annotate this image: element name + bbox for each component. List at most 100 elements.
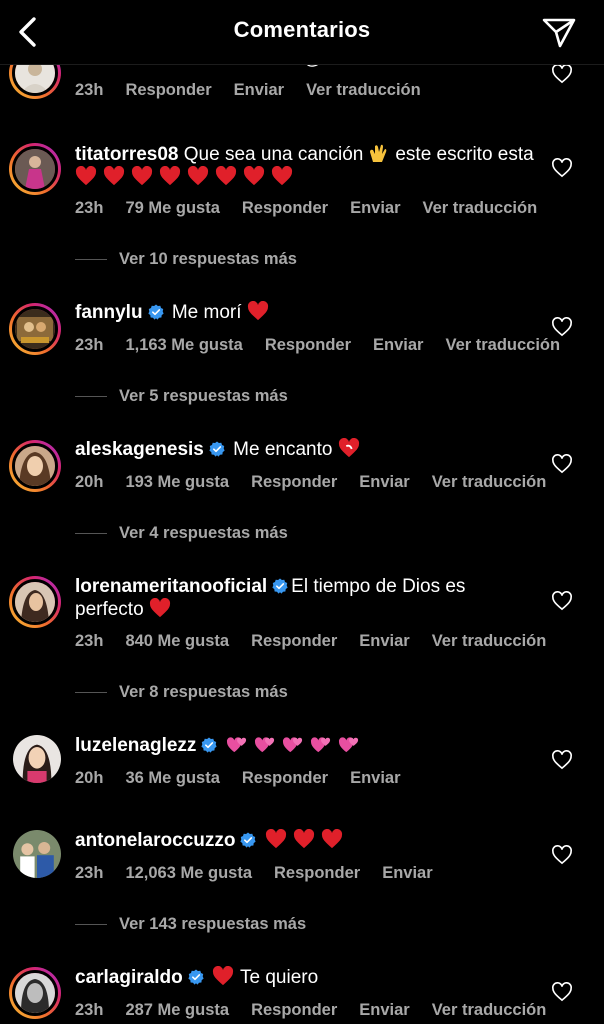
translate-button[interactable]: Ver traducción xyxy=(432,1001,547,1019)
two-hearts-icon xyxy=(310,734,332,754)
red-heart-icon xyxy=(321,829,343,849)
likes-count[interactable]: 193 Me gusta xyxy=(125,473,229,491)
comment-time: 20h xyxy=(75,769,104,787)
likes-count[interactable]: 36 Me gusta xyxy=(125,769,219,787)
two-hearts-icon xyxy=(338,734,360,754)
view-replies-button[interactable]: Ver 4 respuestas más xyxy=(75,524,288,543)
comment-username[interactable]: carlagiraldo xyxy=(75,967,183,988)
heart-icon[interactable] xyxy=(551,982,573,1002)
two-hearts-icon xyxy=(226,734,248,754)
translate-button[interactable]: Ver traducción xyxy=(423,199,538,217)
comment-meta: 23h 12,063 Me gusta Responder Enviar xyxy=(75,864,455,883)
reply-button[interactable]: Responder xyxy=(242,769,328,787)
comment-body: Que sea una canción xyxy=(183,144,364,165)
comment-text: aleskagenesis Me encanto xyxy=(75,438,535,461)
red-heart-icon xyxy=(159,166,181,186)
avatar[interactable] xyxy=(9,143,61,195)
comment-time: 23h xyxy=(75,336,104,354)
comment-username[interactable]: lorenameritanooficial xyxy=(75,576,267,597)
send-button[interactable]: Enviar xyxy=(359,473,409,491)
heart-emoji-row xyxy=(75,166,299,188)
reply-button[interactable]: Responder xyxy=(274,864,360,882)
replies-divider xyxy=(75,396,107,398)
replies-divider xyxy=(75,259,107,261)
verified-badge-icon xyxy=(147,304,164,320)
reply-button[interactable]: Responder xyxy=(251,632,337,650)
red-heart-icon xyxy=(215,166,237,186)
send-button[interactable]: Enviar xyxy=(234,81,284,99)
reply-button[interactable]: Responder xyxy=(265,336,351,354)
verified-badge-icon xyxy=(188,969,204,985)
comment-username[interactable]: aleskagenesis xyxy=(75,439,204,460)
view-replies-button[interactable]: Ver 10 respuestas más xyxy=(75,250,297,269)
view-replies-label: Ver 4 respuestas más xyxy=(119,524,288,542)
clapping-hands-icon xyxy=(367,142,391,164)
heart-icon[interactable] xyxy=(551,750,573,770)
verified-badge-icon xyxy=(272,578,288,594)
header-bar: Comentarios xyxy=(0,0,604,65)
comments-screen: Comentarios alexamar.3749 Dios dicho @sh… xyxy=(0,0,604,1024)
red-heart-icon xyxy=(149,598,171,618)
send-button[interactable]: Enviar xyxy=(350,769,400,787)
comment-time: 23h xyxy=(75,199,104,217)
likes-count[interactable]: 287 Me gusta xyxy=(125,1001,229,1019)
comment-text: fannylu Me morí xyxy=(75,301,535,324)
reply-button[interactable]: Responder xyxy=(125,81,211,99)
likes-count[interactable]: 1,163 Me gusta xyxy=(125,336,242,354)
view-replies-label: Ver 5 respuestas más xyxy=(119,387,288,405)
translate-button[interactable]: Ver traducción xyxy=(306,81,421,99)
comment-username[interactable]: fannylu xyxy=(75,302,143,323)
red-heart-icon xyxy=(187,166,209,186)
translate-button[interactable]: Ver traducción xyxy=(432,632,547,650)
view-replies-button[interactable]: Ver 8 respuestas más xyxy=(75,683,288,702)
avatar[interactable] xyxy=(9,440,61,492)
comment-text: antonelaroccuzzo xyxy=(75,829,535,852)
heart-icon[interactable] xyxy=(551,158,573,178)
view-replies-button[interactable]: Ver 143 respuestas más xyxy=(75,915,306,934)
send-button[interactable]: Enviar xyxy=(359,632,409,650)
red-heart-icon xyxy=(103,166,125,186)
send-button[interactable]: Enviar xyxy=(373,336,423,354)
likes-count[interactable]: 79 Me gusta xyxy=(125,199,219,217)
red-heart-icon xyxy=(271,166,293,186)
comment-time: 23h xyxy=(75,864,104,882)
replies-divider xyxy=(75,924,107,926)
comment-body: Me encanto xyxy=(233,439,333,460)
red-heart-icon xyxy=(212,966,234,986)
reply-button[interactable]: Responder xyxy=(242,199,328,217)
likes-count[interactable]: 840 Me gusta xyxy=(125,632,229,650)
avatar[interactable] xyxy=(9,303,61,355)
avatar[interactable] xyxy=(9,967,61,1019)
comment-text: luzelenaglezz xyxy=(75,734,535,757)
avatar[interactable] xyxy=(13,830,61,878)
red-heart-icon xyxy=(243,166,265,186)
page-title: Comentarios xyxy=(233,17,371,42)
heart-icon[interactable] xyxy=(551,591,573,611)
red-heart-icon xyxy=(75,166,97,186)
comment-body-continued: este escrito esta xyxy=(395,144,534,165)
send-button[interactable]: Enviar xyxy=(350,199,400,217)
direct-message-icon[interactable] xyxy=(540,14,578,50)
heart-icon[interactable] xyxy=(551,64,573,84)
avatar[interactable] xyxy=(13,735,61,783)
heart-icon[interactable] xyxy=(551,317,573,337)
view-replies-button[interactable]: Ver 5 respuestas más xyxy=(75,387,288,406)
comment-meta: 23h Responder Enviar Ver traducción xyxy=(75,81,443,100)
reply-button[interactable]: Responder xyxy=(251,1001,337,1019)
translate-button[interactable]: Ver traducción xyxy=(445,336,560,354)
likes-count[interactable]: 12,063 Me gusta xyxy=(125,864,252,882)
comment-username[interactable]: antonelaroccuzzo xyxy=(75,830,235,851)
comment-username[interactable]: titatorres08 xyxy=(75,144,179,165)
comment-text: carlagiraldo Te quiero xyxy=(75,966,535,989)
heart-icon[interactable] xyxy=(551,845,573,865)
send-button[interactable]: Enviar xyxy=(359,1001,409,1019)
avatar[interactable] xyxy=(9,576,61,628)
red-heart-icon xyxy=(131,166,153,186)
red-heart-icon xyxy=(265,829,287,849)
red-heart-icon xyxy=(293,829,315,849)
translate-button[interactable]: Ver traducción xyxy=(432,473,547,491)
heart-icon[interactable] xyxy=(551,454,573,474)
comment-username[interactable]: luzelenaglezz xyxy=(75,735,196,756)
reply-button[interactable]: Responder xyxy=(251,473,337,491)
send-button[interactable]: Enviar xyxy=(382,864,432,882)
